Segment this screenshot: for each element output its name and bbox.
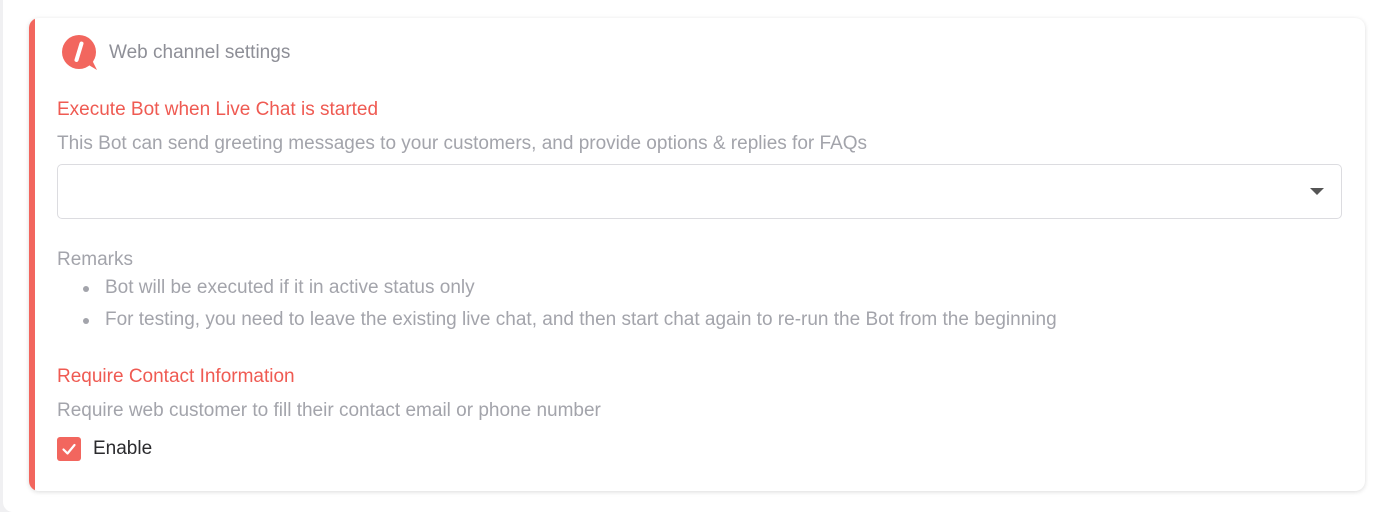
contact-section-title: Require Contact Information — [57, 366, 295, 387]
enable-contact-checkbox-row[interactable]: Enable — [57, 437, 152, 461]
contact-section-description: Require web customer to fill their conta… — [57, 400, 601, 421]
remarks-title: Remarks — [57, 249, 134, 270]
checkmark-icon — [62, 443, 76, 455]
bot-section-title: Execute Bot when Live Chat is started — [57, 99, 379, 120]
bot-select-dropdown[interactable] — [57, 164, 1342, 219]
card-accent-bar — [29, 18, 35, 491]
remarks-list: Bot will be executed if it in active sta… — [75, 276, 1057, 340]
web-channel-settings-card: Web channel settings Execute Bot when Li… — [29, 18, 1365, 491]
remarks-item: Bot will be executed if it in active sta… — [75, 276, 1057, 308]
enable-checkbox-label: Enable — [93, 438, 153, 459]
card-header: Web channel settings — [61, 34, 290, 72]
bot-section-description: This Bot can send greeting messages to y… — [57, 133, 868, 154]
remarks-item: For testing, you need to leave the exist… — [75, 308, 1057, 340]
chevron-down-icon — [1310, 188, 1324, 195]
page: Web channel settings Execute Bot when Li… — [0, 0, 1388, 512]
chat-bubble-slash-logo — [62, 35, 97, 70]
card-title: Web channel settings — [109, 42, 291, 63]
enable-checkbox[interactable] — [57, 437, 81, 461]
content-canvas: Web channel settings Execute Bot when Li… — [3, 0, 1388, 512]
